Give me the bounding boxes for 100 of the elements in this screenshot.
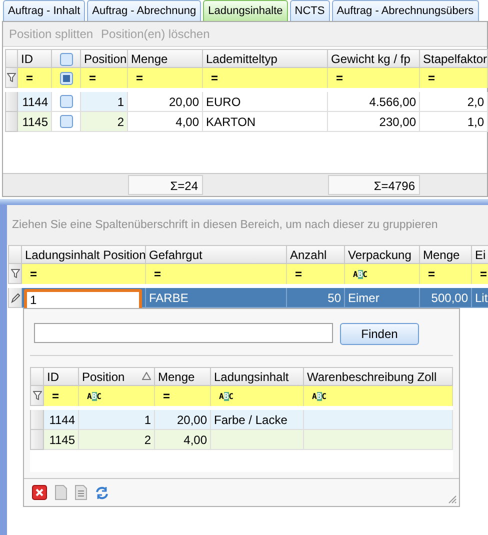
filter-cell[interactable]: = [128, 68, 203, 88]
filter-operator[interactable]: ABC [87, 392, 102, 400]
column-header[interactable]: Ladungsinhalt Position [22, 245, 146, 264]
tab[interactable]: NCTS [290, 0, 330, 21]
filter-operator[interactable]: = [295, 269, 302, 279]
table-cell: 1144 [18, 92, 52, 112]
table-cell: 4,00 [155, 430, 211, 450]
filter-cell[interactable]: = [81, 68, 128, 88]
filter-operator[interactable]: = [163, 391, 170, 401]
filter-operator[interactable]: = [136, 73, 144, 83]
column-header[interactable]: Verpackung [345, 245, 420, 264]
filter-operator[interactable]: = [154, 269, 162, 279]
checkbox[interactable] [60, 72, 72, 84]
filter-operator[interactable]: ABC [312, 392, 326, 400]
column-header[interactable] [52, 49, 81, 68]
tab[interactable]: Auftrag - Abrechnungsübers [332, 0, 479, 21]
filter-cell[interactable]: = [155, 386, 211, 406]
row-header[interactable] [8, 264, 22, 284]
table-cell: EURO [203, 92, 328, 112]
refresh-icon[interactable] [95, 486, 109, 500]
table-cell: 20,00 [128, 92, 203, 112]
table-cell: 50 [287, 288, 345, 308]
filter-cell[interactable]: ABC [79, 386, 155, 406]
filter-cell[interactable]: ABC [345, 264, 420, 284]
filter-cell[interactable]: = [203, 68, 328, 88]
table-cell: Farbe / Lacke [211, 410, 304, 430]
column-header[interactable]: Ladungsinhalt [211, 367, 304, 386]
column-header[interactable]: Warenbeschreibung Zoll [304, 367, 453, 386]
row-header[interactable] [30, 386, 44, 406]
table-cell: Eimer [345, 288, 420, 308]
filter-cell[interactable]: ABC [304, 386, 453, 406]
filter-operator[interactable]: = [336, 73, 344, 83]
column-header[interactable]: Gewicht kg / fp [328, 49, 420, 68]
filter-cell[interactable]: = [420, 264, 472, 284]
page-icon[interactable] [55, 485, 67, 500]
document-icon[interactable] [75, 485, 87, 500]
tab[interactable]: Auftrag - Abrechnung [87, 0, 202, 21]
table-cell: 1 [81, 92, 128, 112]
filter-cell[interactable] [52, 68, 81, 88]
tab[interactable]: Ladungsinhalte [203, 0, 288, 21]
group-by-hint: Ziehen Sie eine Spaltenüberschrift in diesen Bereich, um nach dieser zu gruppieren [12, 219, 438, 231]
delete-icon[interactable] [32, 485, 47, 500]
checkbox[interactable] [60, 115, 72, 128]
filter-operator[interactable]: ABC [219, 392, 234, 400]
table-cell: 1145 [44, 430, 79, 450]
filter-operator[interactable]: = [52, 391, 60, 401]
pencil-icon [10, 292, 20, 302]
table-cell: 4.566,00 [328, 92, 420, 112]
table-cell: 1 [79, 410, 155, 430]
table-cell: 500,00 [420, 288, 472, 308]
row-header[interactable] [8, 288, 22, 308]
filter-operator[interactable]: = [428, 73, 436, 83]
filter-operator[interactable]: ABC [353, 270, 368, 278]
checkbox[interactable] [60, 53, 72, 66]
table-cell: FARBE [146, 288, 287, 308]
filter-cell[interactable]: = [44, 386, 79, 406]
filter-operator[interactable]: = [26, 73, 34, 83]
filter-icon [32, 391, 42, 400]
column-header[interactable]: ID [44, 367, 79, 386]
column-header[interactable]: Position [79, 367, 155, 386]
filter-operator[interactable]: = [428, 269, 436, 279]
splitter[interactable] [0, 199, 488, 205]
filter-operator[interactable]: = [211, 73, 218, 83]
table-cell: 2 [81, 112, 128, 132]
filter-icon [7, 73, 16, 82]
column-header[interactable]: Position [81, 49, 128, 68]
column-header[interactable]: Menge [420, 245, 472, 264]
filter-cell[interactable]: = [18, 68, 52, 88]
filter-icon [10, 269, 20, 278]
table-cell: 20,00 [155, 410, 211, 430]
find-button[interactable]: Finden [340, 323, 419, 345]
search-field[interactable] [34, 323, 333, 343]
filter-cell[interactable]: = [472, 264, 488, 284]
filter-cell[interactable]: ABC [211, 386, 304, 406]
column-sum: Σ=4796 [328, 175, 420, 195]
column-header[interactable]: Menge [128, 49, 203, 68]
resize-grip-icon[interactable] [447, 494, 457, 504]
filter-cell[interactable]: = [146, 264, 287, 284]
column-header[interactable]: Gefahrgut [146, 245, 287, 264]
column-header[interactable]: Menge [155, 367, 211, 386]
filter-operator[interactable]: = [30, 269, 38, 279]
column-header[interactable]: Anzahl [287, 245, 345, 264]
column-header[interactable]: Ei [472, 245, 488, 264]
filter-operator[interactable]: = [89, 73, 96, 83]
row-header[interactable] [5, 68, 18, 88]
tab[interactable]: Auftrag - Inhalt [3, 0, 86, 21]
column-header[interactable]: Stapelfaktor [420, 49, 488, 68]
filter-cell[interactable]: = [22, 264, 146, 284]
filter-cell[interactable]: = [287, 264, 345, 284]
column-header[interactable]: ID [18, 49, 52, 68]
column-header[interactable]: Lademitteltyp [203, 49, 328, 68]
table-cell: 4,00 [128, 112, 203, 132]
filter-operator[interactable]: = [480, 269, 488, 279]
filter-cell[interactable]: = [420, 68, 488, 88]
table-cell: 1145 [18, 112, 52, 132]
table-cell: 2 [79, 430, 155, 450]
table-cell: KARTON [203, 112, 328, 132]
table-cell: 230,00 [328, 112, 420, 132]
checkbox[interactable] [60, 95, 72, 108]
filter-cell[interactable]: = [328, 68, 420, 88]
